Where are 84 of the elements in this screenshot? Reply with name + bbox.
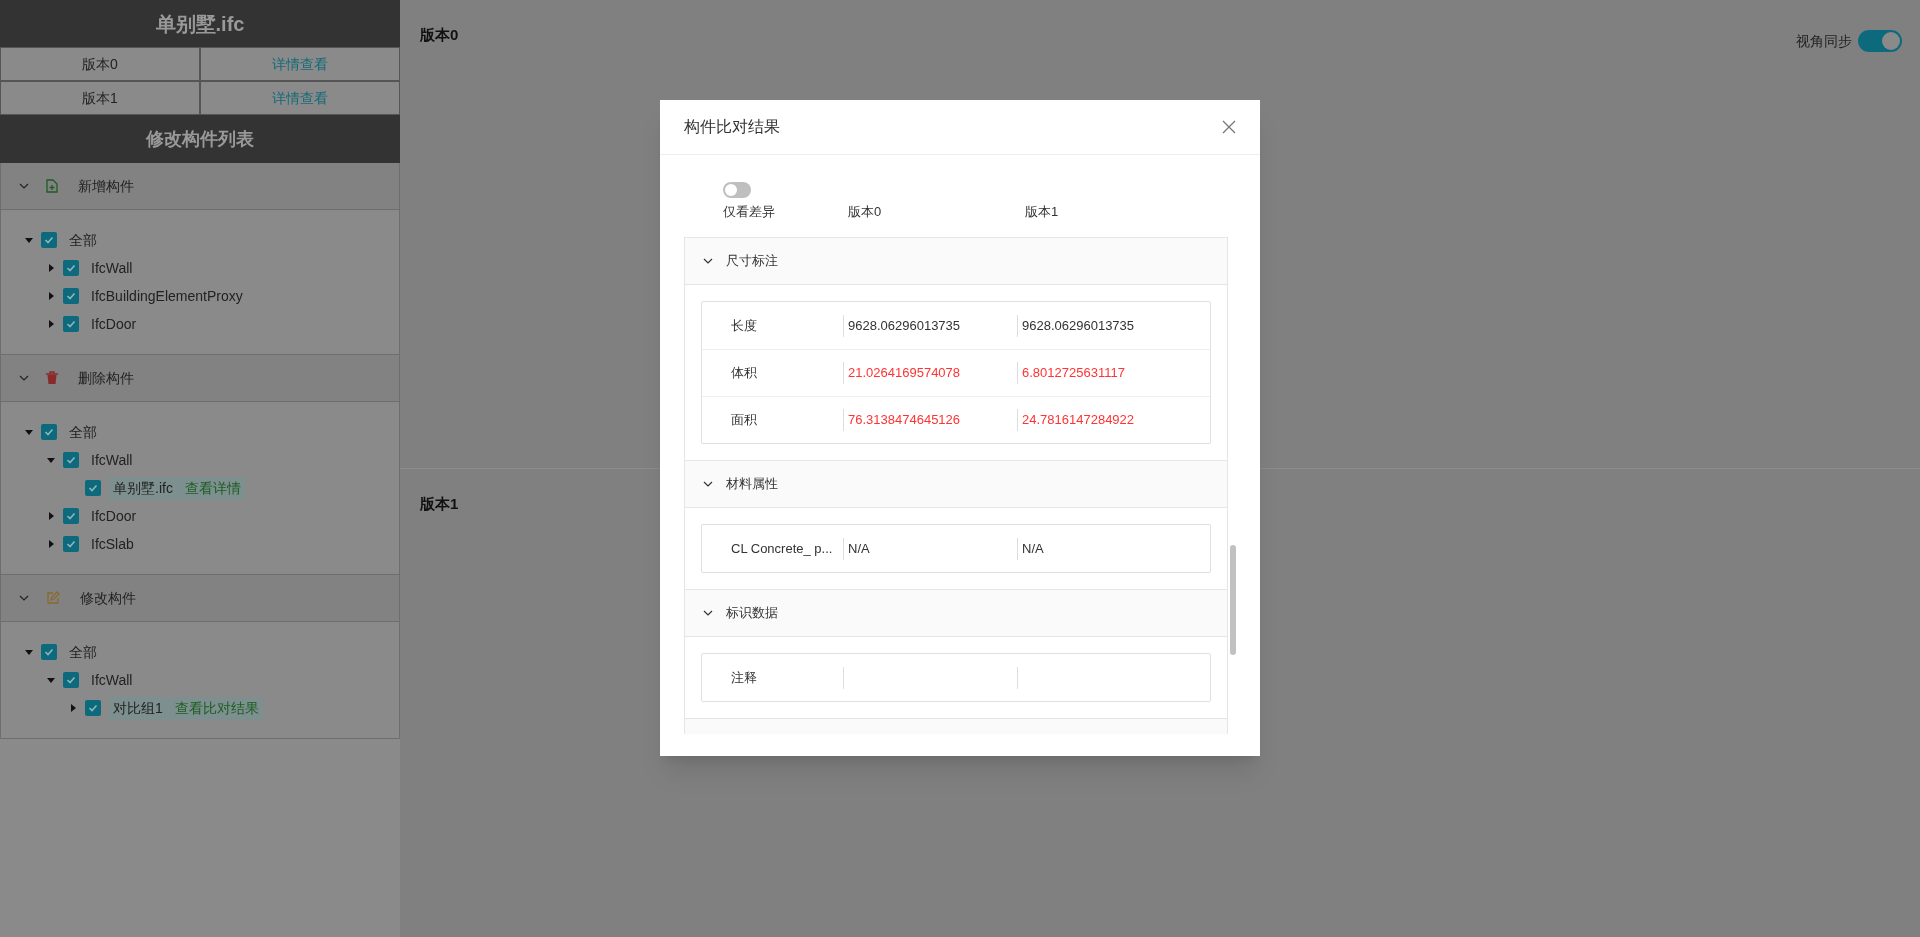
diff-only-label: 仅看差异 [723,202,775,221]
version-cell: 版本1 [0,81,200,115]
property-name: 面积 [730,411,758,430]
check-icon [66,539,76,549]
checkbox[interactable] [63,536,79,552]
caret-icon[interactable] [25,648,33,656]
section-title: 尺寸标注 [726,252,778,271]
checkbox[interactable] [63,508,79,524]
caret-icon[interactable] [47,320,55,328]
section-header[interactable]: 标识数据 [685,590,1227,637]
property-value: 9628.06296013735 [1022,316,1135,335]
list-title: 修改构件列表 [146,127,254,151]
file-plus-icon [46,179,58,193]
dialog-title: 构件比对结果 [684,117,780,137]
property-value: 9628.06296013735 [848,316,961,335]
tree-item-label: 对比组1 [113,698,163,718]
viewport-title: 版本1 [420,494,459,514]
diff-only-toggle[interactable] [723,181,751,198]
checkbox[interactable] [63,316,79,332]
caret-icon[interactable] [47,540,55,548]
group-header[interactable]: 修改构件 [1,575,399,622]
scrollbar-thumb[interactable] [1230,545,1236,655]
checkbox[interactable] [41,424,57,440]
caret-icon[interactable] [25,428,33,436]
property-value: 6.8012725631117 [1022,364,1125,383]
caret-icon[interactable] [47,264,55,272]
check-icon [44,235,54,245]
checkbox[interactable] [63,672,79,688]
check-icon [66,291,76,301]
check-icon [66,511,76,521]
property-value: N/A [848,539,870,558]
group-title: 新增构件 [78,176,134,196]
edit-icon [46,591,60,605]
section-header[interactable]: 尺寸标注 [685,238,1227,285]
caret-icon[interactable] [47,512,55,520]
check-icon [88,703,98,713]
version-cell: 版本0 [0,47,200,81]
section-title: 标识数据 [726,604,778,623]
check-icon [66,675,76,685]
check-icon [88,483,98,493]
caret-icon[interactable] [25,236,33,244]
viewport-title: 版本0 [420,25,459,45]
property-name: CL Concrete_ p... [730,539,834,558]
checkbox[interactable] [85,480,101,496]
tree-item[interactable]: 单别墅.ifc 查看详情 [109,476,245,500]
group-header[interactable]: 删除构件 [1,355,399,402]
checkbox[interactable] [63,260,79,276]
check-icon [44,427,54,437]
caret-icon[interactable] [47,456,55,464]
checkbox[interactable] [85,700,101,716]
checkbox[interactable] [63,452,79,468]
tree-item[interactable]: 对比组1 查看比对结果 [109,696,263,720]
checkbox[interactable] [63,288,79,304]
property-value: N/A [1022,539,1044,558]
group-header[interactable]: 新增构件 [1,163,399,210]
property-value: 24.7816147284922 [1022,411,1135,430]
tree-item-label: 单别墅.ifc [113,478,173,498]
check-icon [66,455,76,465]
column-header: 版本0 [848,202,883,221]
group-title: 删除构件 [78,368,134,388]
property-name: 注释 [730,668,758,687]
tree-item-link[interactable]: 查看比对结果 [174,697,259,719]
section-title: 材料属性 [726,475,778,494]
tree-item-link[interactable]: 查看详情 [184,477,241,499]
sync-toggle[interactable] [1858,30,1902,52]
property-name: 长度 [730,316,758,335]
caret-icon[interactable] [47,676,55,684]
trash-icon [46,371,58,385]
checkbox[interactable] [41,644,57,660]
caret-icon[interactable] [47,292,55,300]
property-name: 体积 [730,364,758,383]
check-icon [66,319,76,329]
file-title: 单别墅.ifc [155,11,245,37]
group-title: 修改构件 [80,588,136,608]
check-icon [44,647,54,657]
section-header[interactable]: 材料属性 [685,461,1227,508]
close-icon[interactable] [1222,120,1236,134]
caret-icon[interactable] [69,704,77,712]
property-value: 21.0264169574078 [848,364,961,383]
property-value: 76.3138474645126 [848,411,961,430]
sync-label: 视角同步 [1796,31,1852,51]
checkbox[interactable] [41,232,57,248]
check-icon [66,263,76,273]
column-header: 版本1 [1025,202,1060,221]
